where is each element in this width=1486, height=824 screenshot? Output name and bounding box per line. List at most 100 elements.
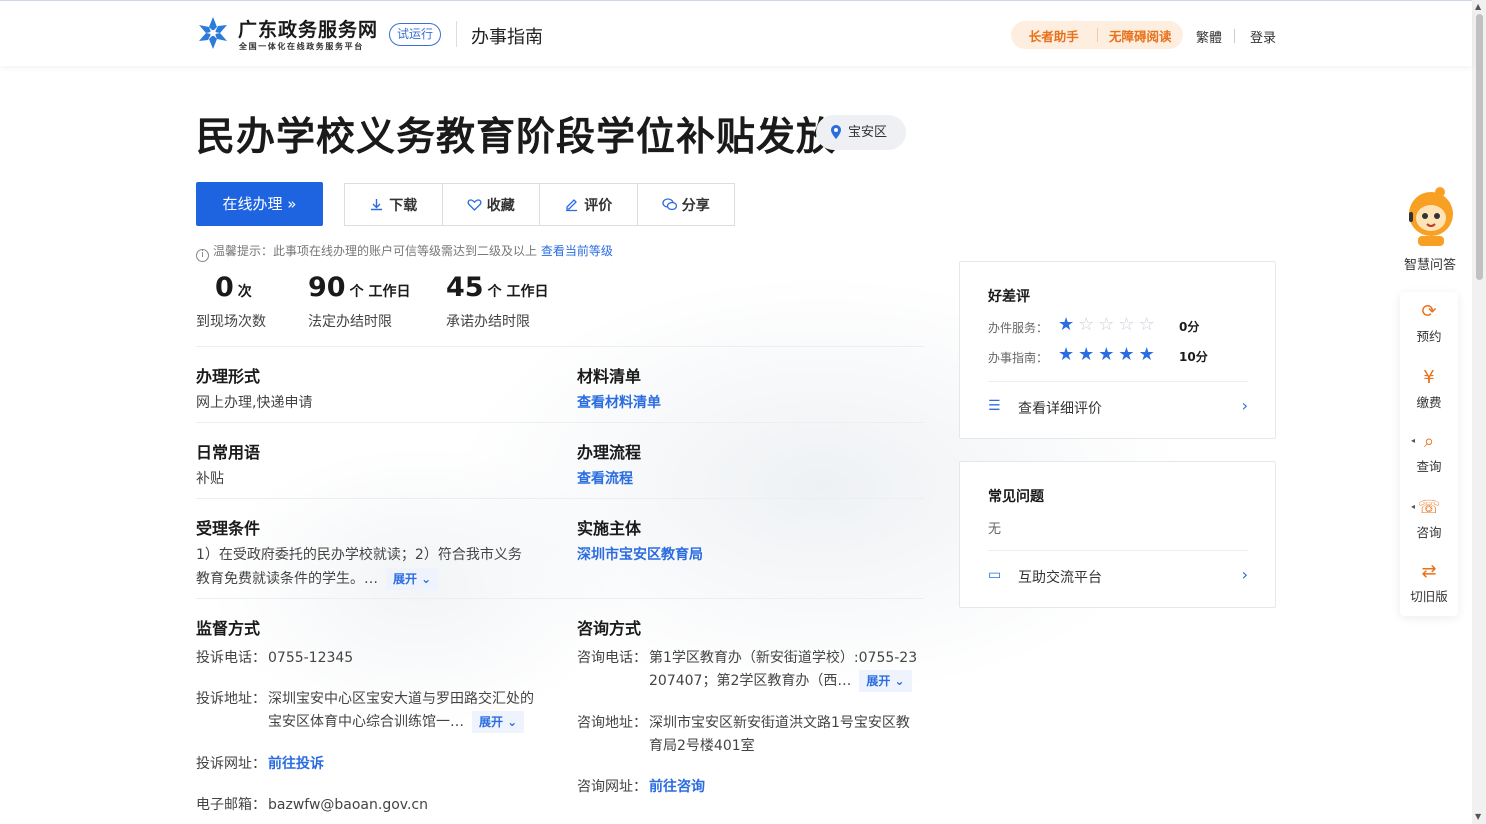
process-link[interactable]: 查看流程 — [577, 471, 633, 487]
caret-left-icon: ◂ — [1411, 436, 1416, 445]
download-button[interactable]: 下载 — [345, 184, 443, 225]
accessibility-group: 长者助手 无障碍阅读 — [1011, 21, 1183, 49]
sidebar-item-payment[interactable]: ¥ 缴费 — [1400, 366, 1458, 411]
divider — [196, 598, 924, 599]
platform-label: 互助交流平台 — [1018, 570, 1102, 586]
review-title: 好差评 — [988, 289, 1030, 305]
share-icon — [662, 198, 677, 211]
list-icon: ☰ — [988, 398, 1001, 414]
expand-button[interactable]: 展开 ⌄ — [386, 568, 439, 590]
complaint-phone: 投诉电话： 0755-12345 — [196, 647, 566, 671]
stat-number: 0 — [215, 272, 234, 303]
stat-unit: 个 工作日 — [487, 284, 549, 300]
favorite-button[interactable]: 收藏 — [443, 184, 540, 225]
region-badge[interactable]: 宝安区 — [816, 115, 906, 150]
mutual-platform-link[interactable]: ▭ 互助交流平台 › — [988, 565, 1248, 587]
complaint-website: 投诉网址： 前往投诉 — [196, 753, 566, 777]
consult-address: 咨询地址： 深圳市宝安区新安街道洪文路1号宝安区教 育局2号楼401室 — [577, 712, 927, 760]
guide-stars: ★ ★ ★ ★ ★ — [1058, 346, 1155, 364]
chevron-right-icon: › — [1241, 396, 1248, 415]
kv-value: 深圳市宝安区新安街道洪文路1号宝安区教 育局2号楼401室 — [649, 712, 910, 758]
field-title: 受理条件 — [196, 519, 261, 538]
sidebar-item-appointment[interactable]: ⟳ 预约 — [1400, 300, 1458, 345]
beta-badge: 试运行 — [389, 23, 442, 46]
go-consult-link[interactable]: 前往咨询 — [649, 779, 705, 795]
share-button[interactable]: 分享 — [638, 184, 735, 225]
address-line-1: 深圳市宝安区新安街道洪文路1号宝安区教 — [649, 715, 910, 731]
field-title: 日常用语 — [196, 443, 261, 462]
address-line-1: 深圳宝安中心区宝安大道与罗田路交汇处的 — [268, 691, 534, 707]
sidebar-item-query[interactable]: ◂ ⌕ 查询 — [1400, 430, 1458, 475]
address-line-2: 宝安区体育中心综合训练馆一… — [268, 714, 464, 730]
field-title: 办理流程 — [577, 443, 642, 462]
materials-list-link[interactable]: 查看材料清单 — [577, 395, 661, 411]
star-icon: ★ — [1078, 344, 1095, 365]
online-apply-button[interactable]: 在线办理 » — [196, 182, 323, 226]
kv-value: 深圳宝安中心区宝安大道与罗田路交汇处的 宝安区体育中心综合训练馆一… 展开 ⌄ — [268, 688, 534, 734]
favorite-label: 收藏 — [486, 197, 515, 214]
info-icon: i — [196, 249, 209, 262]
daily-term-field: 日常用语 补贴 — [196, 439, 260, 491]
sidebar-label: 预约 — [1416, 329, 1442, 344]
site-logo-icon[interactable] — [196, 15, 230, 51]
star-icon: ★ — [1058, 344, 1075, 365]
action-bar: 下载 收藏 评价 分享 — [344, 183, 735, 226]
star-icon: ★ — [1138, 344, 1155, 365]
service-score: 0分 — [1179, 320, 1200, 334]
page-title: 民办学校义务教育阶段学位补贴发放 — [196, 115, 837, 160]
elder-assistant-button[interactable]: 长者助手 — [1011, 26, 1097, 45]
warm-tip: i 温馨提示：此事项在线办理的账户可信等级需达到二级及以上 查看当前等级 — [196, 242, 613, 262]
site-name[interactable]: 广东政务服务网 — [238, 15, 378, 42]
sidebar-item-old-version[interactable]: ⇄ 切旧版 — [1400, 560, 1458, 605]
card-divider — [988, 381, 1248, 382]
scrollbar-thumb[interactable] — [1476, 14, 1483, 280]
phone-line-1: 第1学区教育办（新安街道学校）:0755-23 — [649, 650, 918, 666]
header-divider — [456, 21, 457, 47]
star-icon: ☆ — [1098, 314, 1115, 335]
faq-card: 常见问题 无 ▭ 互助交流平台 › — [959, 461, 1276, 608]
kv-key: 投诉网址： — [196, 756, 266, 772]
stat-unit: 次 — [237, 284, 252, 300]
view-detail-reviews[interactable]: ☰ 查看详细评价 › — [988, 396, 1248, 418]
guide-score: 10分 — [1179, 350, 1208, 364]
field-title: 材料清单 — [577, 367, 642, 386]
condition-line-2: 教育免费就读条件的学生。… — [196, 571, 378, 587]
smart-qa-label[interactable]: 智慧问答 — [1404, 254, 1456, 273]
go-complaint-link[interactable]: 前往投诉 — [268, 756, 324, 772]
barrier-free-button[interactable]: 无障碍阅读 — [1098, 26, 1184, 45]
evaluate-button[interactable]: 评价 — [540, 184, 638, 225]
traditional-chinese-link[interactable]: 繁體 — [1196, 27, 1222, 46]
message-icon: ▭ — [988, 567, 1002, 583]
stat-label: 承诺办结时限 — [446, 314, 530, 330]
sidebar-label: 咨询 — [1416, 525, 1442, 540]
sidebar-item-consult[interactable]: ◂ ☏ 咨询 — [1400, 496, 1458, 541]
scroll-up-icon[interactable]: ▲ — [1475, 2, 1481, 11]
scroll-down-icon[interactable]: ▼ — [1475, 812, 1481, 821]
stat-legal-time: 90 个 工作日 — [308, 272, 410, 303]
check-level-link[interactable]: 查看当前等级 — [541, 244, 613, 258]
address-line-2: 育局2号楼401室 — [649, 738, 755, 754]
region-label: 宝安区 — [848, 125, 888, 140]
smart-qa-robot-icon[interactable] — [1400, 186, 1462, 248]
expand-button[interactable]: 展开 ⌄ — [472, 711, 525, 733]
expand-button[interactable]: 展开 ⌄ — [859, 670, 912, 692]
phone-line-2: 207407；第2学区教育办（西… — [649, 673, 852, 689]
stat-label: 到现场次数 — [196, 314, 266, 330]
star-icon: ★ — [1118, 344, 1135, 365]
field-title: 实施主体 — [577, 519, 642, 538]
chat-icon: ☏ — [1417, 497, 1441, 518]
kv-key: 咨询地址： — [577, 715, 647, 731]
download-label: 下载 — [389, 197, 418, 214]
materials-field: 材料清单 查看材料清单 — [577, 363, 661, 415]
condition-field: 受理条件 1）在受政府委托的民办学校就读；2）符合我市义务 教育免费就读条件的学… — [196, 515, 566, 591]
stat-number: 45 — [446, 272, 484, 303]
supervise-title: 监督方式 — [196, 619, 261, 638]
top-header: 广东政务服务网 全国一体化在线政务服务平台 试运行 办事指南 长者助手 无障碍阅… — [0, 0, 1472, 66]
login-link[interactable]: 登录 — [1250, 27, 1276, 46]
stat-promise-time: 45 个 工作日 — [446, 272, 548, 303]
site-subtitle: 全国一体化在线政务服务平台 — [239, 42, 364, 51]
form-field: 办理形式 网上办理,快递申请 — [196, 363, 312, 415]
kv-value: 第1学区教育办（新安街道学校）:0755-23 207407；第2学区教育办（西…… — [649, 647, 917, 693]
stat-number: 90 — [308, 272, 346, 303]
subject-link[interactable]: 深圳市宝安区教育局 — [577, 547, 703, 563]
